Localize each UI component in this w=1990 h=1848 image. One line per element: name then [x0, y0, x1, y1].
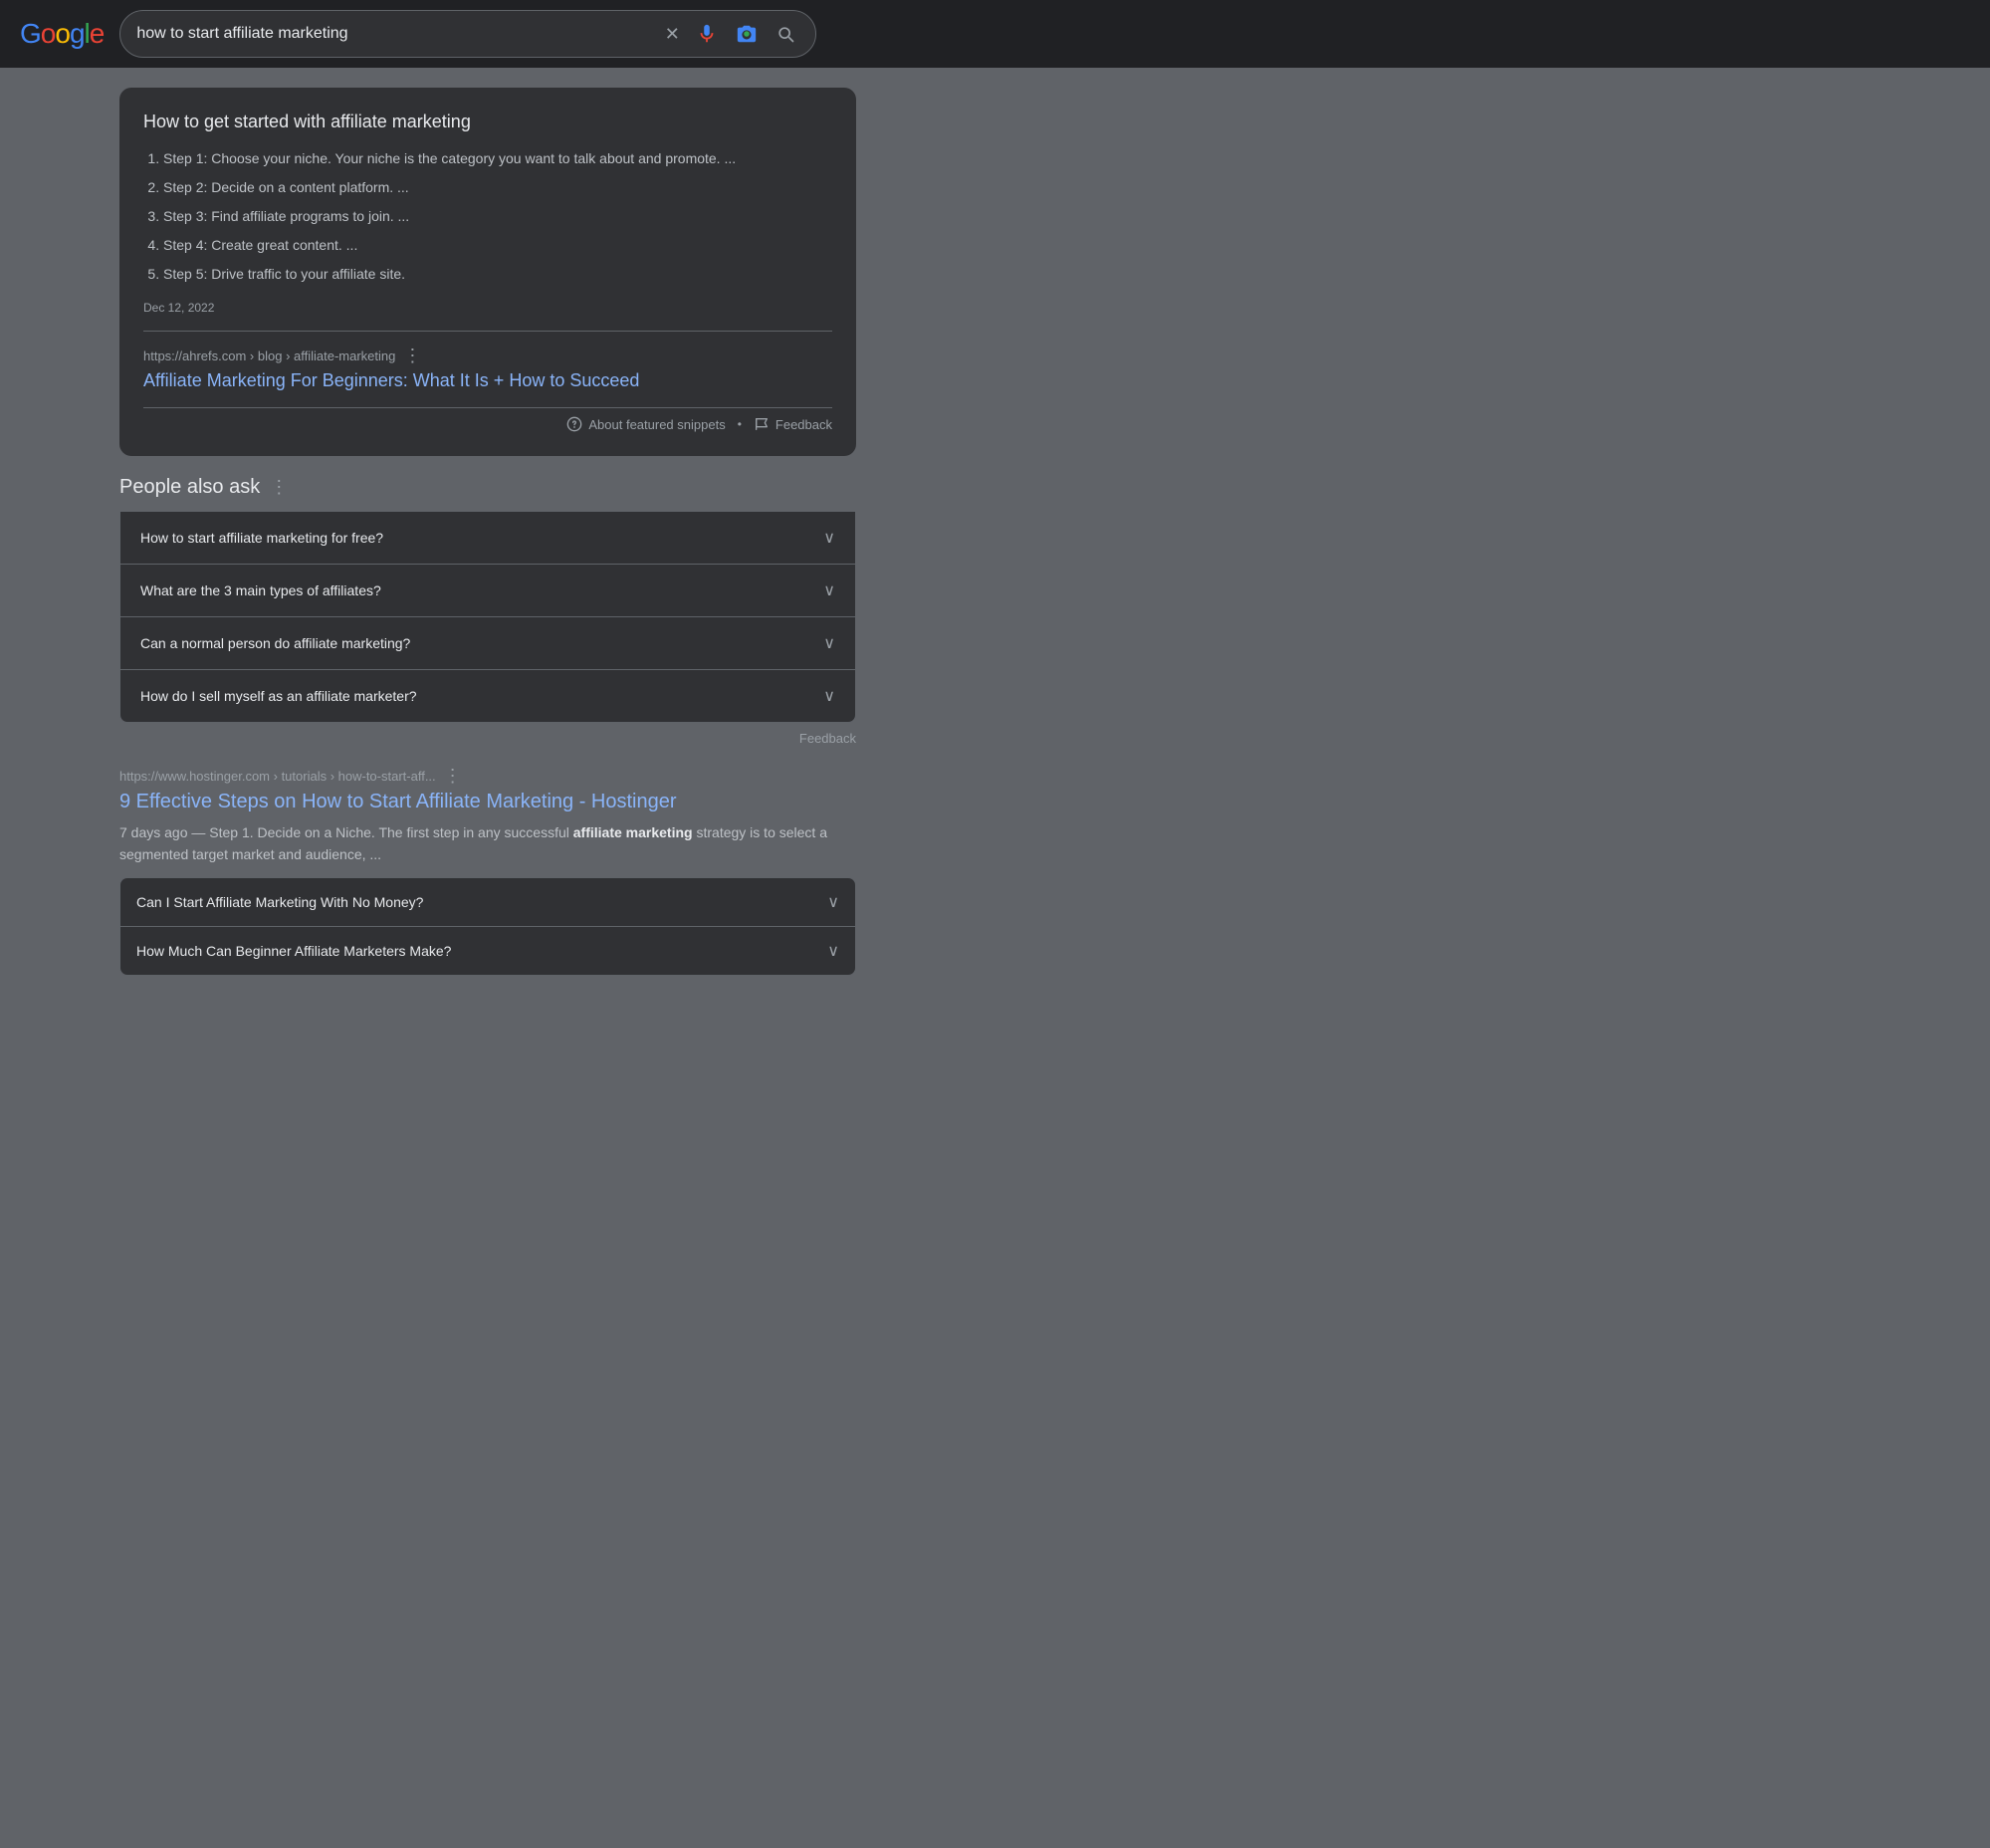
- camera-button[interactable]: [732, 19, 762, 49]
- paa-menu-icon[interactable]: ⋮: [270, 477, 288, 498]
- result-snippet-1: 7 days ago — Step 1. Decide on a Niche. …: [119, 821, 856, 865]
- feedback-flag-icon: [754, 416, 770, 432]
- result-menu-icon-1[interactable]: ⋮: [444, 766, 462, 787]
- snippet-url-row: https://ahrefs.com › blog › affiliate-ma…: [143, 346, 832, 366]
- logo-letter-g2: g: [70, 18, 85, 49]
- sub-chevron-down-icon-1: ∨: [827, 892, 839, 912]
- clear-icon[interactable]: ✕: [662, 24, 682, 44]
- chevron-down-icon-2: ∨: [823, 580, 835, 600]
- snippet-step-5: Step 5: Drive traffic to your affiliate …: [163, 264, 832, 285]
- logo-letter-o1: o: [41, 18, 56, 49]
- snippet-step-3: Step 3: Find affiliate programs to join.…: [163, 206, 832, 227]
- featured-snippet: How to get started with affiliate market…: [119, 88, 856, 456]
- result-snippet-bold: affiliate marketing: [573, 824, 693, 840]
- paa-item-1[interactable]: How to start affiliate marketing for fre…: [119, 511, 856, 564]
- paa-question-1: How to start affiliate marketing for fre…: [140, 530, 383, 546]
- paa-feedback-button[interactable]: Feedback: [119, 731, 856, 746]
- result-sub-item-2[interactable]: How Much Can Beginner Affiliate Marketer…: [119, 926, 856, 976]
- about-snippets-label: About featured snippets: [588, 417, 725, 432]
- mic-button[interactable]: [692, 19, 722, 49]
- snippet-step-2: Step 2: Decide on a content platform. ..…: [163, 177, 832, 198]
- search-icon: [775, 24, 795, 44]
- snippet-source-info: https://ahrefs.com › blog › affiliate-ma…: [143, 346, 832, 391]
- snippet-step-1: Step 1: Choose your niche. Your niche is…: [163, 148, 832, 169]
- paa-title: People also ask: [119, 476, 260, 499]
- snippet-url: https://ahrefs.com › blog › affiliate-ma…: [143, 348, 395, 363]
- snippet-steps-list: Step 1: Choose your niche. Your niche is…: [143, 148, 832, 285]
- snippet-source-row: https://ahrefs.com › blog › affiliate-ma…: [143, 346, 832, 391]
- snippet-feedback-label: Feedback: [775, 417, 832, 432]
- logo-letter-g: G: [20, 18, 41, 49]
- camera-icon: [736, 23, 758, 45]
- snippet-menu-icon[interactable]: ⋮: [403, 346, 421, 366]
- paa-item-4[interactable]: How do I sell myself as an affiliate mar…: [119, 669, 856, 723]
- search-submit-button[interactable]: [772, 20, 799, 48]
- snippet-date: Dec 12, 2022: [143, 301, 832, 315]
- sub-chevron-down-icon-2: ∨: [827, 941, 839, 961]
- paa-item-2[interactable]: What are the 3 main types of affiliates?…: [119, 564, 856, 616]
- paa-question-3: Can a normal person do affiliate marketi…: [140, 635, 410, 651]
- search-input[interactable]: how to start affiliate marketing: [136, 25, 652, 43]
- paa-header: People also ask ⋮: [119, 476, 856, 499]
- result-snippet-text-before: 7 days ago — Step 1. Decide on a Niche. …: [119, 824, 573, 840]
- snippet-divider: [143, 331, 832, 332]
- logo-letter-e: e: [90, 18, 105, 49]
- paa-question-2: What are the 3 main types of affiliates?: [140, 582, 381, 598]
- result-sub-question-1: Can I Start Affiliate Marketing With No …: [136, 894, 423, 910]
- search-bar: how to start affiliate marketing ✕: [119, 10, 816, 58]
- result-title-1[interactable]: 9 Effective Steps on How to Start Affili…: [119, 791, 856, 813]
- chevron-down-icon-1: ∨: [823, 528, 835, 548]
- chevron-down-icon-4: ∨: [823, 686, 835, 706]
- chevron-down-icon-3: ∨: [823, 633, 835, 653]
- main-content: How to get started with affiliate market…: [0, 68, 896, 1016]
- snippet-footer: About featured snippets • Feedback: [143, 407, 832, 432]
- paa-question-4: How do I sell myself as an affiliate mar…: [140, 688, 417, 704]
- mic-icon: [696, 23, 718, 45]
- snippet-link[interactable]: Affiliate Marketing For Beginners: What …: [143, 370, 639, 390]
- search-result-1: https://www.hostinger.com › tutorials › …: [119, 766, 856, 976]
- question-circle-icon: [566, 416, 582, 432]
- result-sub-question-2: How Much Can Beginner Affiliate Marketer…: [136, 943, 451, 959]
- people-also-ask-section: People also ask ⋮ How to start affiliate…: [119, 476, 856, 746]
- header: Google how to start affiliate marketing …: [0, 0, 1990, 68]
- result-url-1: https://www.hostinger.com › tutorials › …: [119, 769, 436, 784]
- paa-item-3[interactable]: Can a normal person do affiliate marketi…: [119, 616, 856, 669]
- logo-letter-o2: o: [55, 18, 70, 49]
- about-featured-snippets-button[interactable]: About featured snippets: [566, 416, 725, 432]
- snippet-step-4: Step 4: Create great content. ...: [163, 235, 832, 256]
- footer-dot: •: [738, 417, 742, 431]
- snippet-feedback-button[interactable]: Feedback: [754, 416, 832, 432]
- google-logo: Google: [20, 18, 104, 50]
- result-sub-item-1[interactable]: Can I Start Affiliate Marketing With No …: [119, 877, 856, 926]
- result-sub-items-1: Can I Start Affiliate Marketing With No …: [119, 877, 856, 976]
- snippet-title: How to get started with affiliate market…: [143, 112, 832, 132]
- result-url-row-1: https://www.hostinger.com › tutorials › …: [119, 766, 856, 787]
